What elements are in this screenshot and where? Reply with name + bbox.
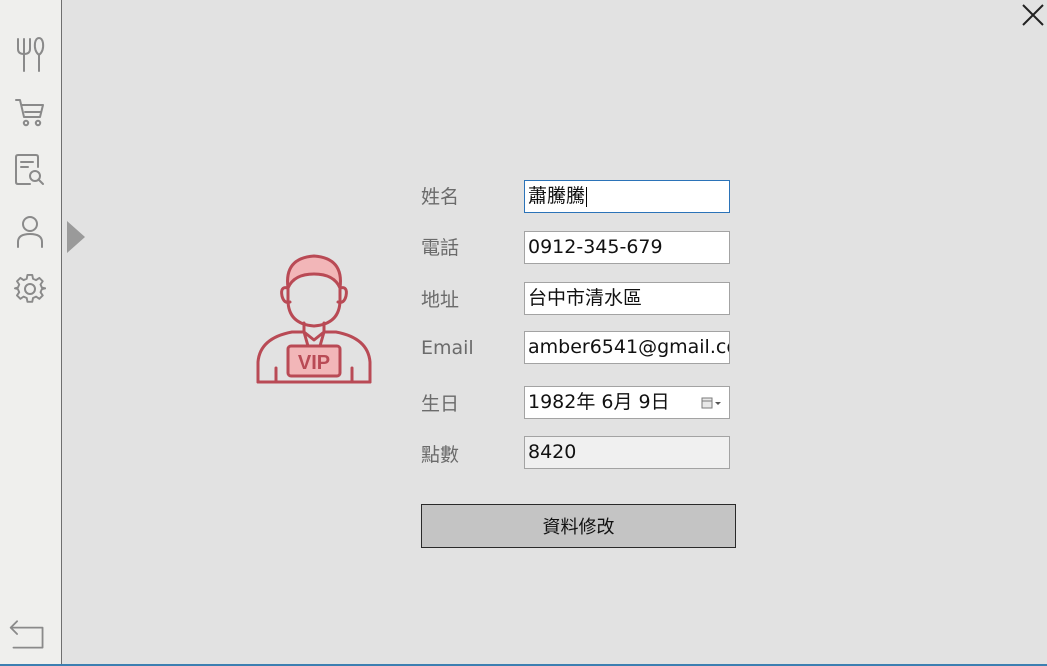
address-value: 台中市清水區 xyxy=(528,287,643,309)
update-profile-label: 資料修改 xyxy=(542,517,615,538)
name-label: 姓名 xyxy=(421,186,460,208)
email-label: Email xyxy=(421,337,474,359)
update-profile-button[interactable]: 資料修改 xyxy=(421,504,736,548)
vip-avatar: VIP xyxy=(256,254,372,384)
fork-spoon-icon xyxy=(17,37,45,72)
sidebar-item-settings[interactable] xyxy=(10,269,50,309)
vip-badge-text: VIP xyxy=(298,352,330,374)
name-field[interactable]: 蕭騰騰 xyxy=(524,180,730,213)
cart-icon xyxy=(15,99,44,127)
member-window: VIP 姓名 電話 地址 Email 生日 點數 蕭騰騰 0912-345-67… xyxy=(0,0,1047,666)
back-arrow-icon xyxy=(9,620,44,649)
calendar-dropdown-icon[interactable] xyxy=(701,396,723,410)
sidebar-item-member[interactable] xyxy=(10,212,50,252)
text-caret xyxy=(586,186,588,207)
address-label: 地址 xyxy=(421,289,460,311)
document-search-icon xyxy=(15,154,44,185)
back-button[interactable] xyxy=(8,614,48,654)
sidebar-item-menu[interactable] xyxy=(10,35,50,75)
phone-label: 電話 xyxy=(421,237,460,259)
points-field: 8420 xyxy=(524,436,730,469)
phone-field[interactable]: 0912-345-679 xyxy=(524,231,730,264)
gear-icon xyxy=(14,273,46,303)
points-label: 點數 xyxy=(421,444,460,466)
birthday-label: 生日 xyxy=(421,393,460,415)
sidebar xyxy=(0,0,62,664)
user-icon xyxy=(17,216,43,248)
address-field[interactable]: 台中市清水區 xyxy=(524,282,730,315)
email-field[interactable]: amber6541@gmail.co xyxy=(524,331,730,364)
sidebar-item-cart[interactable] xyxy=(10,92,50,132)
sidebar-item-orders[interactable] xyxy=(10,150,50,190)
email-value: amber6541@gmail.co xyxy=(528,336,730,358)
birthday-value: 1982年 6月 9日 xyxy=(528,391,670,413)
name-value: 蕭騰騰 xyxy=(528,185,586,207)
phone-value: 0912-345-679 xyxy=(528,236,663,258)
points-value: 8420 xyxy=(528,441,577,463)
close-icon[interactable] xyxy=(1018,2,1046,30)
birthday-date-picker[interactable]: 1982年 6月 9日 xyxy=(524,386,730,419)
expand-sidebar-arrow[interactable] xyxy=(66,220,86,254)
